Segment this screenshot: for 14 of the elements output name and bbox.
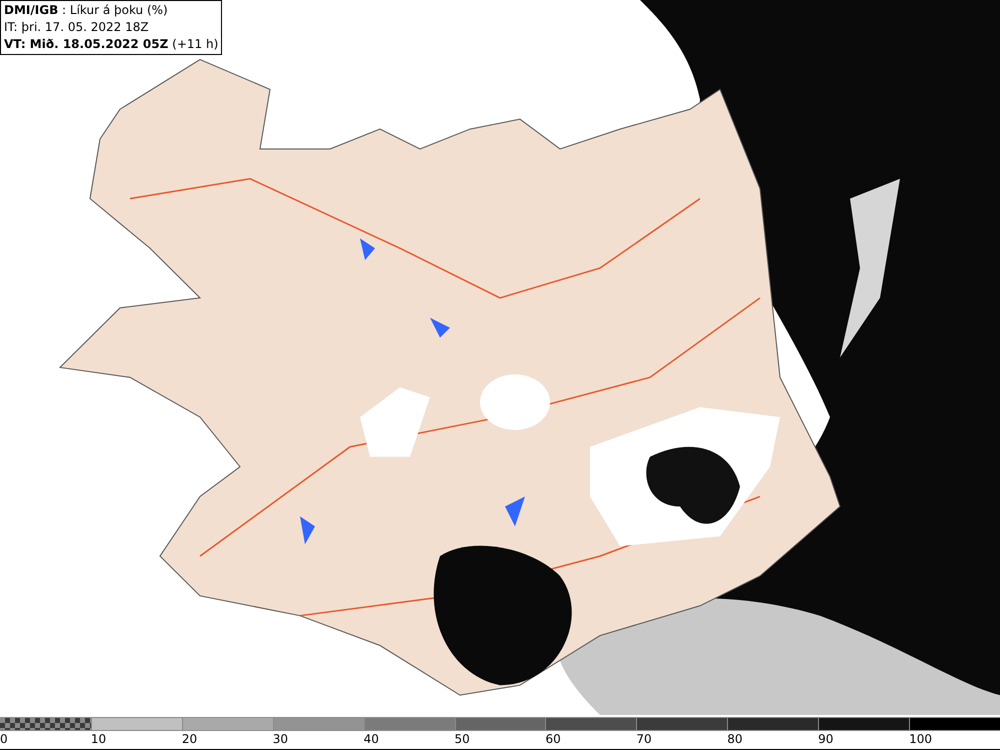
info-text: IT: þri. 17. 05. 2022 18Z [4,19,150,36]
info-text: DMI/IGB : Líkur á þoku (%) [4,2,169,19]
legend-label: 50 [454,731,470,747]
legend-label: 30 [272,731,288,747]
info-text: VT: Mið. 18.05.2022 05Z (+11 h) [4,36,218,53]
legend-label: 90 [818,731,834,747]
legend-label: 40 [364,731,379,747]
legend-label: 100 [909,731,932,747]
legend-label: 60 [545,731,561,747]
legend-label: 70 [636,731,652,747]
legend-label: 20 [182,731,198,747]
legend-label: 80 [727,731,743,747]
legend-label: 10 [90,731,106,747]
legend-label: 0 [0,731,8,747]
